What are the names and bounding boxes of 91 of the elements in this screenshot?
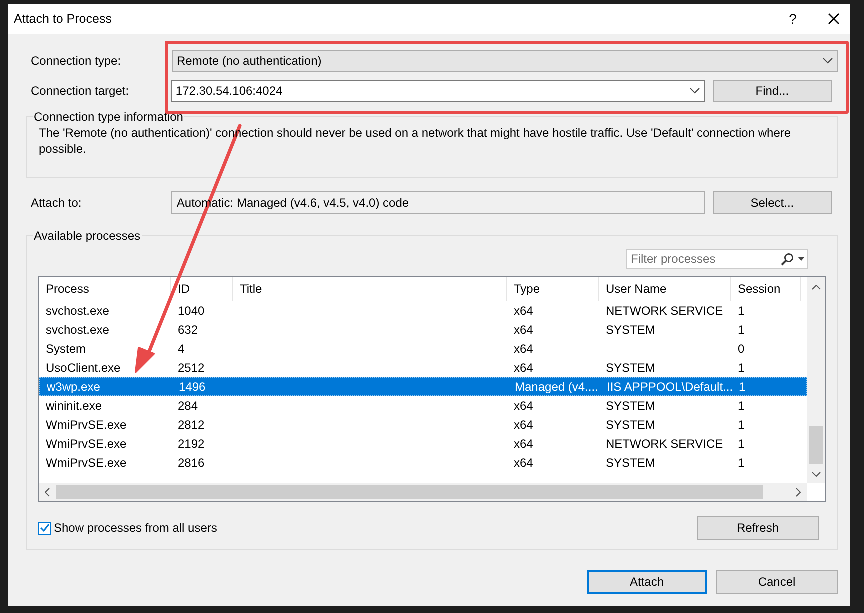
field-label: Attach to: [30, 194, 83, 212]
checkbox[interactable] [38, 522, 51, 534]
help-button[interactable]: ? [778, 8, 808, 30]
dialog-button[interactable]: Attach [587, 570, 707, 594]
table-cell-text: 0 [737, 340, 746, 358]
horizontal-scrollbar[interactable] [39, 483, 807, 501]
table-cell-text: x64 [513, 416, 534, 434]
refresh-button[interactable]: Refresh [697, 516, 819, 540]
table-cell-text: 1 [737, 454, 746, 472]
table-cell-text: x64 [513, 340, 534, 358]
field-label: Connection type: [30, 53, 122, 70]
check-icon [40, 523, 50, 533]
combobox-value: 172.30.54.106:4024 [176, 83, 284, 100]
select-button[interactable]: Select... [712, 191, 832, 214]
table-cell-text: 1 [737, 302, 746, 320]
column-header[interactable]: Process [39, 277, 171, 301]
table-cell-text: 2812 [177, 416, 206, 434]
table-cell-text: wininit.exe [45, 398, 104, 414]
table-cell-text: svchost.exe [45, 302, 110, 320]
table-cell-text: 1040 [177, 302, 206, 320]
scrollbar-thumb[interactable] [56, 485, 763, 499]
column-header[interactable]: Title [233, 277, 507, 301]
table-cell-text: WmiPrvSE.exe [45, 436, 128, 452]
scrollbar-thumb[interactable] [809, 426, 823, 464]
close-icon[interactable] [828, 13, 840, 25]
dropdown-value: Remote (no authentication) [177, 53, 323, 70]
filter-input[interactable]: Filter processes [631, 250, 781, 268]
table-cell-text: System [45, 340, 88, 358]
vertical-scrollbar[interactable] [807, 277, 825, 483]
table-cell-text: WmiPrvSE.exe [45, 454, 128, 472]
table-cell-text: x64 [513, 302, 534, 320]
table-cell-text: SYSTEM [605, 454, 656, 472]
chevron-down-icon [690, 88, 700, 94]
column-header[interactable]: ID [171, 277, 233, 301]
find-button[interactable]: Find... [712, 80, 832, 102]
table-cell-text: 1 [737, 322, 746, 338]
table-cell-text: x64 [513, 454, 534, 472]
table-cell-text: x64 [513, 436, 534, 452]
column-header[interactable]: User Name [599, 277, 731, 301]
table-cell-text: 1 [738, 378, 747, 396]
process-row[interactable]: WmiPrvSE.exe 2192 x64 NETWORK SERVICE 1 [39, 434, 807, 453]
connection-target-combobox[interactable]: 172.30.54.106:4024 [170, 80, 705, 102]
table-cell-text: NETWORK SERVICE [605, 302, 724, 320]
process-row[interactable]: svchost.exe 632 x64 SYSTEM 1 [39, 320, 807, 339]
table-cell-text: SYSTEM [605, 398, 656, 414]
scroll-down-icon[interactable] [812, 472, 820, 477]
table-cell-text: svchost.exe [45, 322, 110, 338]
table-cell-text: 1 [737, 360, 746, 376]
scroll-left-icon[interactable] [45, 488, 50, 496]
table-cell-text: 4 [177, 340, 186, 358]
table-cell-text: x64 [513, 360, 534, 376]
table-cell-text: NETWORK SERVICE [605, 436, 724, 452]
scroll-right-icon[interactable] [796, 488, 801, 496]
process-row[interactable]: svchost.exe 1040 x64 NETWORK SERVICE 1 [39, 301, 807, 320]
table-cell-text: 2512 [177, 360, 206, 376]
table-cell-text: 2192 [177, 436, 206, 452]
table-cell-text: x64 [513, 398, 534, 414]
process-row[interactable]: WmiPrvSE.exe 2816 x64 SYSTEM 1 [39, 453, 807, 472]
column-header[interactable]: Session [731, 277, 801, 301]
process-row[interactable]: wininit.exe 284 x64 SYSTEM 1 [39, 396, 807, 415]
table-cell-text: SYSTEM [605, 360, 656, 376]
table-cell-text: 284 [177, 398, 200, 414]
field-label: Connection target: [30, 83, 130, 100]
table-cell-text: 1 [737, 436, 746, 452]
process-row[interactable]: WmiPrvSE.exe 2812 x64 SYSTEM 1 [39, 415, 807, 434]
window-title: Attach to Process [14, 10, 113, 28]
table-cell-text: IIS APPPOOL\Default... [606, 378, 732, 396]
table-cell-text: SYSTEM [605, 322, 656, 338]
table-cell-text: SYSTEM [605, 416, 656, 434]
scroll-up-icon[interactable] [812, 285, 820, 290]
process-row[interactable]: UsoClient.exe 2512 x64 SYSTEM 1 [39, 358, 807, 377]
table-cell-text: Managed (v4.... [514, 378, 600, 396]
filter-field[interactable]: Filter processes [626, 249, 808, 269]
table-cell-text: w3wp.exe [46, 378, 102, 396]
table-cell-text: 632 [177, 322, 200, 338]
table-cell-text: 1 [737, 416, 746, 434]
connection-type-dropdown[interactable]: Remote (no authentication) [172, 50, 838, 72]
table-cell-text: UsoClient.exe [45, 360, 122, 376]
table-cell-text: 1 [737, 398, 746, 414]
column-header[interactable]: Type [507, 277, 599, 301]
chevron-down-icon [823, 58, 833, 64]
process-row[interactable]: System 4 x64 0 [39, 339, 807, 358]
process-row[interactable]: w3wp.exe 1496 Managed (v4.... IIS APPPOOL\Default... 1 [39, 377, 807, 396]
search-icon [781, 252, 794, 266]
checkbox-label: Show processes from all users [54, 520, 218, 537]
table-cell-text: x64 [513, 322, 534, 338]
table-cell-text: 2816 [177, 454, 206, 472]
table-cell-text: 1496 [178, 378, 207, 396]
caret-icon [798, 257, 805, 261]
dialog-button[interactable]: Cancel [716, 570, 838, 594]
table-cell-text: WmiPrvSE.exe [45, 416, 128, 434]
